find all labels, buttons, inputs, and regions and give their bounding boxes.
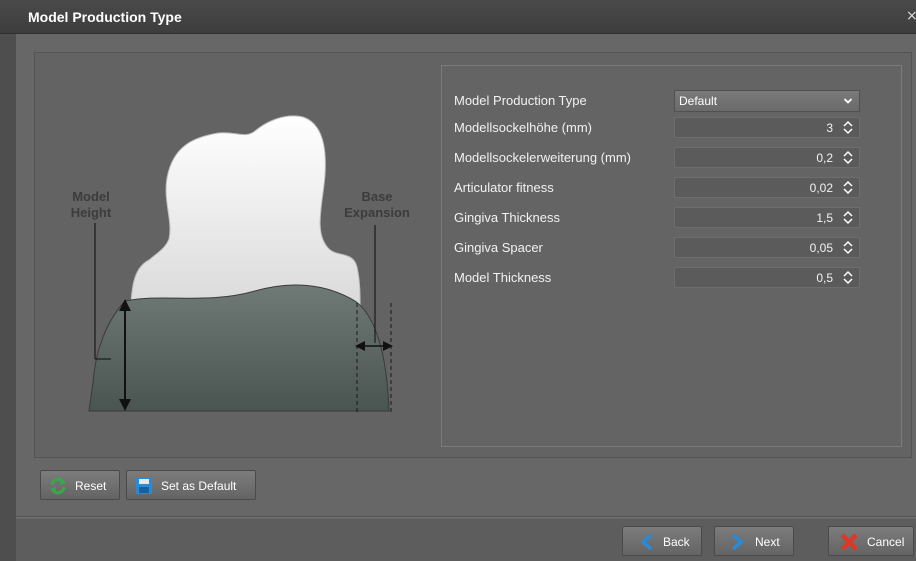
articulator-fitness-stepper[interactable]: 0,02 (674, 177, 860, 198)
sockelerweiterung-stepper[interactable]: 0,2 (674, 147, 860, 168)
spinner-icon[interactable] (842, 179, 854, 196)
back-label: Back (663, 535, 690, 549)
field-value: 0,2 (816, 151, 833, 165)
setting-label: Model Production Type (454, 93, 587, 108)
setting-row-gingiva-thickness: Gingiva Thickness 1,5 (442, 205, 901, 231)
setting-label: Modellsockelerweiterung (mm) (454, 150, 631, 165)
sockelhoehe-stepper[interactable]: 3 (674, 117, 860, 138)
field-value: 0,05 (809, 241, 833, 255)
label-model: Model (72, 189, 110, 204)
spinner-icon[interactable] (842, 269, 854, 286)
back-button[interactable]: Back (622, 526, 702, 556)
cancel-label: Cancel (867, 535, 905, 549)
field-value: 1,5 (816, 211, 833, 225)
label-base: Base (361, 189, 392, 204)
setting-row-model-production-type: Model Production Type Default (442, 88, 901, 114)
setting-label: Articulator fitness (454, 180, 554, 195)
reset-button[interactable]: Reset (40, 470, 120, 500)
setting-label: Model Thickness (454, 270, 552, 285)
setting-label: Gingiva Thickness (454, 210, 560, 225)
model-base-shape (88, 284, 390, 412)
cancel-button[interactable]: Cancel (828, 526, 914, 556)
refresh-icon (50, 477, 66, 495)
spinner-icon[interactable] (842, 239, 854, 256)
cancel-x-icon (840, 533, 858, 551)
reset-label: Reset (75, 479, 107, 493)
model-preview: Model Height Base Expansion (35, 53, 435, 457)
setting-row-sockelerweiterung: Modellsockelerweiterung (mm) 0,2 (442, 145, 901, 171)
field-value: 3 (826, 121, 833, 135)
field-value: 0,5 (816, 271, 833, 285)
label-expansion: Expansion (344, 205, 410, 220)
footer-divider (16, 516, 916, 518)
setting-row-articulator-fitness: Articulator fitness 0,02 (442, 175, 901, 201)
chevron-down-icon (843, 98, 853, 104)
field-value: 0,02 (809, 181, 833, 195)
set-as-default-label: Set as Default (161, 479, 237, 493)
model-thickness-stepper[interactable]: 0,5 (674, 267, 860, 288)
settings-panel: Model Production Type Default Modellsock… (441, 65, 902, 447)
main-panel: Model Height Base Expansion Model Produc… (34, 52, 912, 458)
save-icon (136, 478, 152, 494)
model-production-type-dialog: Model Production Type × Model Height Bas… (0, 0, 916, 561)
label-height: Height (71, 205, 112, 220)
dialog-title: Model Production Type (28, 9, 182, 25)
select-value: Default (679, 94, 718, 108)
spinner-icon[interactable] (842, 149, 854, 166)
next-label: Next (755, 535, 780, 549)
setting-row-sockelhoehe: Modellsockelhöhe (mm) 3 (442, 115, 901, 141)
setting-label: Gingiva Spacer (454, 240, 543, 255)
setting-row-model-thickness: Model Thickness 0,5 (442, 265, 901, 291)
set-as-default-button[interactable]: Set as Default (126, 470, 256, 500)
chevron-left-icon (640, 533, 653, 551)
spinner-icon[interactable] (842, 119, 854, 136)
title-bar: Model Production Type × (0, 0, 916, 34)
chevron-right-icon (731, 533, 744, 551)
left-edge-strip (0, 34, 16, 561)
setting-row-gingiva-spacer: Gingiva Spacer 0,05 (442, 235, 901, 261)
model-diagram: Model Height Base Expansion (71, 115, 410, 413)
setting-label: Modellsockelhöhe (mm) (454, 120, 592, 135)
model-production-type-select[interactable]: Default (674, 90, 860, 112)
gingiva-thickness-stepper[interactable]: 1,5 (674, 207, 860, 228)
spinner-icon[interactable] (842, 209, 854, 226)
next-button[interactable]: Next (714, 526, 794, 556)
close-icon[interactable]: × (906, 8, 916, 24)
gingiva-spacer-stepper[interactable]: 0,05 (674, 237, 860, 258)
